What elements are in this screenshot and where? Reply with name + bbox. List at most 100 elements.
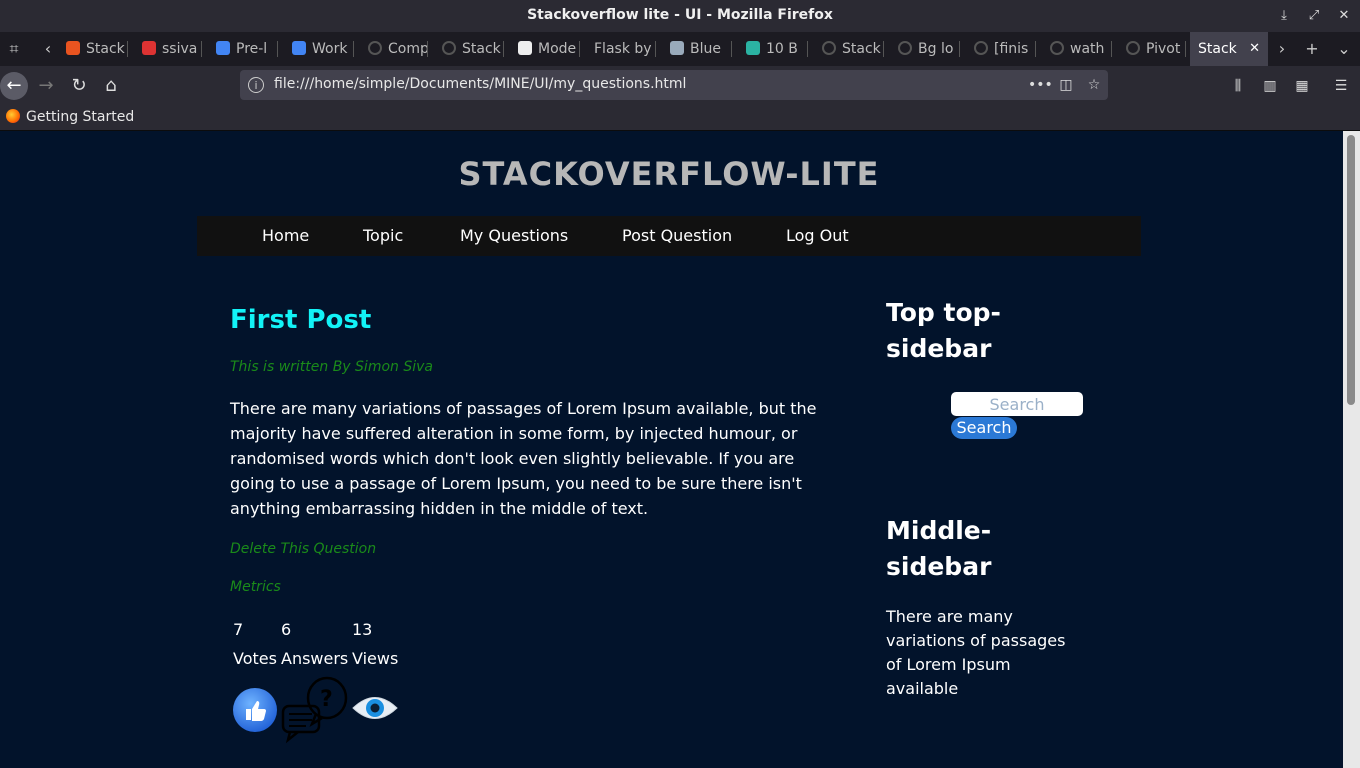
github-icon — [368, 41, 382, 55]
site-title: STACKOVERFLOW-LITE — [458, 155, 880, 193]
new-tab-icon[interactable]: + — [1300, 32, 1324, 66]
tab-label: Stack — [86, 41, 125, 57]
nav-log-out-link[interactable]: Log Out — [786, 216, 849, 256]
github-icon — [442, 41, 456, 55]
library-icon[interactable]: ⫼ — [1228, 76, 1248, 96]
tab-1[interactable]: ssiva — [134, 32, 202, 66]
scroll-tabs-right-icon[interactable]: › — [1270, 32, 1294, 66]
post-title[interactable]: First Post — [230, 305, 371, 335]
tab-separator — [201, 41, 202, 57]
tab-label: 10 B — [766, 41, 798, 57]
tab-separator — [959, 41, 960, 57]
site-nav: Home Topic My Questions Post Question Lo… — [197, 216, 1141, 256]
nav-my-questions-link[interactable]: My Questions — [460, 216, 568, 256]
pocket-icon[interactable]: ◫ — [1056, 75, 1076, 95]
tab-separator — [579, 41, 580, 57]
tab-label: Pre-l — [236, 41, 268, 57]
home-icon[interactable]: ⌂ — [97, 72, 125, 100]
bookmark-label: Getting Started — [26, 109, 135, 125]
tab-label: Mode — [538, 41, 577, 57]
answers-speech-icon[interactable]: ? — [280, 674, 350, 744]
wiki-icon — [518, 41, 532, 55]
window-titlebar: Stackoverflow lite - UI - Mozilla Firefo… — [0, 0, 1360, 32]
firefox-view-icon[interactable]: ⌗ — [2, 32, 26, 66]
top-sidebar-heading: Top top-sidebar — [886, 298, 1001, 363]
tab-separator — [127, 41, 128, 57]
bookmark-star-icon[interactable]: ☆ — [1084, 75, 1104, 95]
tab-label: Pivot — [1146, 41, 1181, 57]
url-text[interactable]: file:///home/simple/Documents/MINE/UI/my… — [274, 76, 686, 92]
tab-15[interactable]: Stack ✕ — [1190, 32, 1268, 66]
back-icon[interactable]: ← — [0, 72, 28, 100]
bookmarks-toolbar: Getting Started — [0, 106, 1360, 131]
firefox-icon — [6, 109, 20, 123]
hamburger-menu-icon[interactable]: ☰ — [1331, 76, 1351, 96]
answers-count: 6 — [281, 620, 292, 639]
extension-icon[interactable]: ▦ — [1292, 76, 1312, 96]
github-icon — [1126, 41, 1140, 55]
close-window-icon[interactable]: ✕ — [1334, 6, 1354, 26]
tab-9[interactable]: 10 B — [738, 32, 808, 66]
post-byline: This is written By Simon Siva — [230, 359, 433, 375]
close-tab-icon[interactable]: ✕ — [1249, 32, 1260, 66]
tab-list-icon[interactable]: ⌄ — [1332, 32, 1356, 66]
search-button[interactable]: Search — [951, 417, 1017, 439]
tab-12[interactable]: [finis — [966, 32, 1036, 66]
url-bar[interactable]: i file:///home/simple/Documents/MINE/UI/… — [240, 70, 1108, 100]
github-icon — [974, 41, 988, 55]
views-count: 13 — [352, 620, 373, 639]
tab-10[interactable]: Stack — [814, 32, 884, 66]
tab-separator — [353, 41, 354, 57]
scroll-tabs-left-icon[interactable]: ‹ — [36, 32, 60, 66]
eye-views-icon[interactable] — [351, 693, 399, 723]
tab-8[interactable]: Blue — [662, 32, 732, 66]
ubuntu-icon — [66, 41, 80, 55]
tab-separator — [883, 41, 884, 57]
search-input[interactable] — [951, 392, 1083, 416]
tab-6[interactable]: Mode — [510, 32, 580, 66]
thumbs-up-icon[interactable] — [232, 687, 278, 733]
page-scrollbar[interactable] — [1343, 131, 1360, 768]
tab-0[interactable]: Stack — [58, 32, 128, 66]
tab-label: wath — [1070, 41, 1105, 57]
tab-label: Stack — [842, 41, 881, 57]
nav-post-question-link[interactable]: Post Question — [622, 216, 732, 256]
forward-icon[interactable]: → — [32, 72, 60, 100]
tab-label: Stack — [1198, 41, 1237, 57]
tab-5[interactable]: Stack — [434, 32, 504, 66]
tab-2[interactable]: Pre-l — [208, 32, 278, 66]
tab-7[interactable]: Flask by — [586, 32, 656, 66]
tab-separator — [427, 41, 428, 57]
views-label: Views — [352, 649, 399, 668]
svg-text:?: ? — [320, 687, 333, 712]
tab-13[interactable]: wath — [1042, 32, 1112, 66]
tab-separator — [277, 41, 278, 57]
tab-3[interactable]: Work — [284, 32, 354, 66]
tab-label: Comp — [388, 41, 428, 57]
delete-question-link[interactable]: Delete This Question — [230, 541, 376, 557]
tab-separator — [1185, 41, 1186, 57]
andela-icon — [142, 41, 156, 55]
site-info-icon[interactable]: i — [248, 77, 264, 93]
reload-icon[interactable]: ↻ — [65, 72, 93, 100]
scrollbar-thumb[interactable] — [1347, 135, 1355, 405]
nav-topic-link[interactable]: Topic — [363, 216, 403, 256]
sidebar-toggle-icon[interactable]: ▥ — [1260, 76, 1280, 96]
tab-label: Work — [312, 41, 348, 57]
nav-home-link[interactable]: Home — [262, 216, 309, 256]
tab-4[interactable]: Comp — [360, 32, 428, 66]
tab-separator — [503, 41, 504, 57]
github-icon — [822, 41, 836, 55]
tab-separator — [1035, 41, 1036, 57]
votes-count: 7 — [233, 620, 244, 639]
google-docs-icon — [292, 41, 306, 55]
github-icon — [898, 41, 912, 55]
window-title: Stackoverflow lite - UI - Mozilla Firefo… — [527, 7, 833, 23]
minimize-icon[interactable]: ⤓ — [1274, 6, 1294, 26]
google-docs-icon — [216, 41, 230, 55]
tab-11[interactable]: Bg lo — [890, 32, 960, 66]
maximize-icon[interactable]: ⤢ — [1304, 6, 1324, 26]
tab-14[interactable]: Pivot — [1118, 32, 1186, 66]
bookmark-getting-started[interactable]: Getting Started — [6, 109, 134, 125]
page-actions-icon[interactable]: ••• — [1028, 75, 1053, 95]
